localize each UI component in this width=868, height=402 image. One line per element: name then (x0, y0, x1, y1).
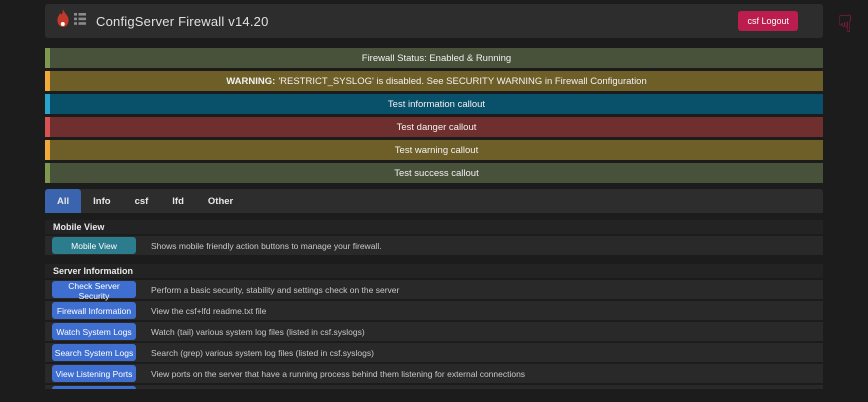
row-description: Shows mobile friendly action buttons to … (151, 240, 382, 251)
list-icon (74, 12, 86, 31)
app-header: ConfigServer Firewall v14.20 csf Logout (45, 4, 823, 38)
hand-point-down-icon[interactable]: ☟ (830, 8, 860, 42)
test-success-callout: Test success callout (45, 163, 823, 183)
table-row: Watch System Logs Watch (tail) various s… (45, 322, 823, 343)
restrict-syslog-warning-callout: WARNING: 'RESTRICT_SYSLOG' is disabled. … (45, 71, 823, 91)
firewall-status-callout: Firewall Status: Enabled & Running (45, 48, 823, 68)
csf-logout-button[interactable]: csf Logout (738, 11, 798, 31)
row-description: View the csf+lfd readme.txt file (151, 305, 267, 316)
callout-text: Test information callout (387, 98, 486, 110)
test-danger-callout: Test danger callout (45, 117, 823, 137)
action-button-partial[interactable] (52, 386, 136, 389)
table-row: Firewall Information View the csf+lfd re… (45, 301, 823, 322)
table-row: Check Server Security Perform a basic se… (45, 280, 823, 301)
check-server-security-button[interactable]: Check Server Security (52, 281, 136, 301)
section-title: Mobile View (45, 220, 823, 236)
tab-other[interactable]: Other (196, 189, 245, 213)
page-content: ConfigServer Firewall v14.20 csf Logout … (45, 4, 823, 389)
flame-icon (55, 8, 71, 34)
callout-text: Test danger callout (396, 121, 477, 133)
mobile-view-button[interactable]: Mobile View (52, 237, 136, 254)
table-row: Mobile View Shows mobile friendly action… (45, 236, 823, 257)
callout-text: 'RESTRICT_SYSLOG' is disabled. See SECUR… (278, 75, 647, 87)
row-description: Search (grep) various system log files (… (151, 347, 374, 358)
search-system-logs-button[interactable]: Search System Logs (52, 344, 136, 361)
tab-lfd[interactable]: lfd (160, 189, 196, 213)
section-server-information: Server Information Check Server Security… (45, 264, 823, 389)
row-description: Perform a basic security, stability and … (151, 284, 400, 295)
row-description: Watch (tail) various system log files (l… (151, 326, 365, 337)
section-title: Server Information (45, 264, 823, 280)
section-mobile-view: Mobile View Mobile View Shows mobile fri… (45, 220, 823, 257)
table-row: Search System Logs Search (grep) various… (45, 343, 823, 364)
tab-all[interactable]: All (45, 189, 82, 213)
callout-text: Test warning callout (394, 144, 479, 156)
filter-tabbar: All Info csf lfd Other (45, 189, 823, 213)
table-row: View Listening Ports View ports on the s… (45, 364, 823, 385)
tab-csf[interactable]: csf (123, 189, 161, 213)
test-info-callout: Test information callout (45, 94, 823, 114)
row-description: View ports on the server that have a run… (151, 368, 526, 379)
watch-system-logs-button[interactable]: Watch System Logs (52, 323, 136, 340)
csf-logo (55, 8, 86, 34)
tab-info[interactable]: Info (81, 189, 122, 213)
view-listening-ports-button[interactable]: View Listening Ports (52, 365, 136, 382)
test-warning-callout: Test warning callout (45, 140, 823, 160)
firewall-information-button[interactable]: Firewall Information (52, 302, 136, 319)
table-row-partial (45, 385, 823, 389)
warning-prefix: WARNING: (226, 75, 276, 87)
callout-text: Test success callout (394, 167, 479, 179)
page-title: ConfigServer Firewall v14.20 (96, 13, 269, 29)
callout-stack: Firewall Status: Enabled & Running WARNI… (45, 48, 823, 183)
callout-text: Firewall Status: Enabled & Running (361, 52, 512, 64)
